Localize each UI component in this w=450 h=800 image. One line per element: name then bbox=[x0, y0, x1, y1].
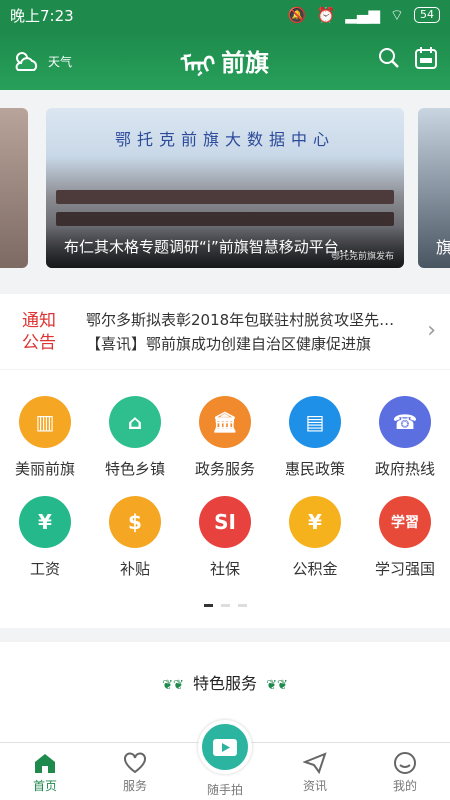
tab-service[interactable]: 服务 bbox=[100, 749, 170, 794]
tab-news-label: 资讯 bbox=[302, 779, 327, 793]
grid-item-label: 学习强国 bbox=[374, 560, 435, 578]
calendar-icon[interactable] bbox=[414, 46, 438, 70]
tab-news[interactable]: 资讯 bbox=[280, 749, 350, 794]
banner-photo-row bbox=[56, 212, 394, 226]
home-icon bbox=[35, 754, 55, 773]
grid-page-indicator bbox=[0, 604, 450, 607]
wifi-icon: ⌔ bbox=[389, 5, 404, 24]
notice-item[interactable]: 鄂尔多斯拟表彰2018年包联驻村脱贫攻坚先… bbox=[86, 308, 412, 332]
weather-icon bbox=[15, 52, 38, 71]
alarm-icon: ⏰ bbox=[316, 6, 336, 24]
grid-item-zhengwu-fuwu[interactable]: 🏛 政务服务 bbox=[180, 396, 270, 479]
header-actions bbox=[378, 46, 438, 70]
page-dot-active bbox=[203, 604, 213, 607]
ornament-right-icon: ❦❦ bbox=[266, 678, 288, 693]
logo-mongolian-script: ᠮᠡᠨᠢ bbox=[180, 52, 217, 78]
video-play-icon bbox=[213, 739, 237, 756]
banner-next-caption: 旗 bbox=[436, 238, 450, 257]
shoot-button-label: 随手拍 bbox=[206, 783, 243, 797]
paper-plane-icon bbox=[303, 752, 327, 774]
grid-item-gongjijin[interactable]: ¥ 公积金 bbox=[270, 496, 360, 579]
housing-fund-icon: ¥ bbox=[289, 496, 341, 548]
search-icon[interactable] bbox=[378, 47, 400, 69]
grid-item-label: 惠民政策 bbox=[284, 460, 345, 478]
weather-label: 天气 bbox=[48, 54, 73, 69]
app-logo: ᠮᠡᠨᠢ 前旗 bbox=[170, 42, 280, 79]
weather-button[interactable]: 天气 bbox=[12, 50, 72, 72]
battery-indicator: 54 bbox=[414, 7, 440, 23]
phone-icon: ☎ bbox=[379, 396, 431, 448]
banner-source: 鄂托克前旗发布 bbox=[330, 252, 394, 262]
status-icons: 🔕 ⏰ ▂▄▆ ⌔ 54 bbox=[288, 6, 440, 25]
grid-item-label: 补贴 bbox=[119, 560, 150, 578]
notice-list: 鄂尔多斯拟表彰2018年包联驻村脱贫攻坚先… 【喜讯】鄂前旗成功创建自治区健康促… bbox=[86, 308, 412, 356]
house-icon: ⌂ bbox=[109, 396, 161, 448]
grid-item-meili-qianqi[interactable]: ▥ 美丽前旗 bbox=[0, 396, 90, 479]
tab-service-label: 服务 bbox=[122, 779, 147, 793]
notice-panel[interactable]: 通知 公告 鄂尔多斯拟表彰2018年包联驻村脱贫攻坚先… 【喜讯】鄂前旗成功创建… bbox=[0, 294, 450, 369]
notice-tag: 通知 公告 bbox=[22, 310, 62, 354]
status-bar: 晚上7:23 🔕 ⏰ ▂▄▆ ⌔ 54 bbox=[0, 0, 450, 30]
shoot-button[interactable] bbox=[198, 720, 252, 774]
document-icon: ▤ bbox=[289, 396, 341, 448]
grid-item-zhengfu-rexian[interactable]: ☎ 政府热线 bbox=[360, 396, 450, 479]
money-bag-icon: $ bbox=[109, 496, 161, 548]
study-icon: 学習 bbox=[379, 496, 431, 548]
notice-tag-line2: 公告 bbox=[22, 333, 56, 353]
grid-item-label: 政务服务 bbox=[194, 460, 255, 478]
mute-icon: 🔕 bbox=[287, 6, 307, 24]
tab-home-label: 首页 bbox=[32, 779, 57, 793]
grid-item-butie[interactable]: $ 补贴 bbox=[90, 496, 180, 579]
tab-mine[interactable]: 我的 bbox=[370, 749, 440, 794]
banner-carousel[interactable]: 鄂托克前旗大数据中心 布仁其木格专题调研“i”前旗智慧移动平台… 鄂托克前旗发布… bbox=[0, 90, 450, 285]
grid-item-label: 社保 bbox=[209, 560, 240, 578]
grid-item-xuexi-qiangguo[interactable]: 学習 学习强国 bbox=[360, 496, 450, 579]
page-dot bbox=[237, 604, 247, 607]
smiley-icon bbox=[394, 752, 416, 774]
notice-item[interactable]: 【喜讯】鄂前旗成功创建自治区健康促进旗 bbox=[86, 332, 412, 356]
service-grid: ▥ 美丽前旗 ⌂ 特色乡镇 🏛 政务服务 ▤ 惠民政策 ☎ 政府热线 ¥ 工资 … bbox=[0, 370, 450, 628]
tab-home[interactable]: 首页 bbox=[10, 749, 80, 794]
banner-slide-current[interactable]: 鄂托克前旗大数据中心 布仁其木格专题调研“i”前旗智慧移动平台… 鄂托克前旗发布 bbox=[46, 108, 404, 268]
grid-item-huimin-zhengce[interactable]: ▤ 惠民政策 bbox=[270, 396, 360, 479]
grid-item-label: 工资 bbox=[29, 560, 60, 578]
special-services-title: ❦❦ 特色服务 ❦❦ bbox=[0, 670, 450, 694]
heart-icon bbox=[124, 752, 146, 774]
logo-text: 前旗 bbox=[221, 47, 270, 77]
banner-slide-prev[interactable] bbox=[0, 108, 28, 268]
chevron-right-icon[interactable]: › bbox=[427, 318, 436, 343]
salary-icon: ¥ bbox=[19, 496, 71, 548]
building-icon: ▥ bbox=[19, 396, 71, 448]
status-time: 晚上7:23 bbox=[10, 6, 74, 25]
special-services-label: 特色服务 bbox=[192, 674, 257, 693]
grid-item-label: 特色乡镇 bbox=[104, 460, 165, 478]
grid-item-label: 公积金 bbox=[292, 560, 338, 578]
banner-photo-row bbox=[56, 190, 394, 204]
app-header: 天气 ᠮᠡᠨᠢ 前旗 bbox=[0, 30, 450, 90]
tab-mine-label: 我的 bbox=[392, 779, 417, 793]
government-building-icon: 🏛 bbox=[199, 396, 251, 448]
ornament-left-icon: ❦❦ bbox=[162, 678, 184, 693]
grid-item-tese-xiangzhen[interactable]: ⌂ 特色乡镇 bbox=[90, 396, 180, 479]
page-dot bbox=[220, 604, 230, 607]
grid-item-gongzi[interactable]: ¥ 工资 bbox=[0, 496, 90, 579]
banner-slide-next[interactable]: 旗 bbox=[418, 108, 450, 268]
grid-item-label: 美丽前旗 bbox=[14, 460, 75, 478]
signal-icon: ▂▄▆ bbox=[345, 6, 380, 24]
grid-item-shebao[interactable]: SI 社保 bbox=[180, 496, 270, 579]
grid-item-label: 政府热线 bbox=[374, 460, 435, 478]
banner-wall-text: 鄂托克前旗大数据中心 bbox=[114, 130, 335, 149]
social-insurance-icon: SI bbox=[199, 496, 251, 548]
notice-tag-line1: 通知 bbox=[22, 311, 56, 331]
